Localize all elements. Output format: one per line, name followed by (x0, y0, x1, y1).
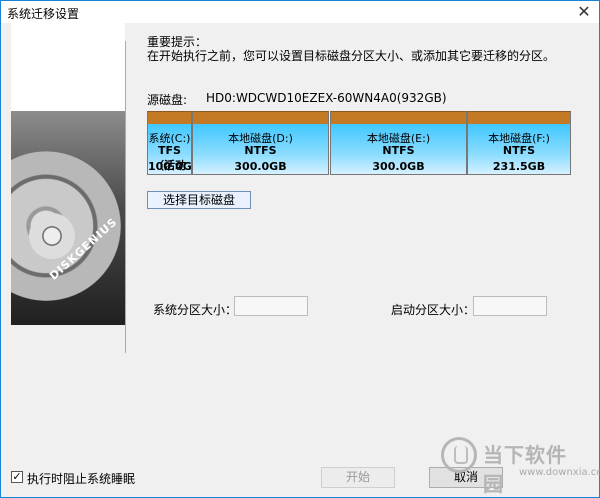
vertical-divider (125, 41, 126, 353)
source-disk-label: 源磁盘: (147, 93, 188, 107)
system-migration-dialog: 系统迁移设置 ✕ DISKGENIUS 重要提示： 在开始执行之前，您可以设置目… (0, 0, 600, 498)
prevent-sleep-label: 执行时阻止系统睡眠 (27, 472, 136, 486)
boot-partition-size-input[interactable] (473, 296, 547, 316)
select-target-disk-button[interactable]: 选择目标磁盘 (147, 191, 251, 209)
hard-disk-hub-icon (29, 213, 75, 259)
system-partition-size-input[interactable] (234, 296, 308, 316)
title-bar: 系统迁移设置 ✕ (1, 1, 599, 23)
boot-partition-size-label: 启动分区大小： (391, 303, 476, 317)
partition-bar (331, 112, 466, 124)
partition-map: 系统(C:) TFS（活动 100.0GB 本地磁盘(D:) NTFS 300.… (147, 111, 571, 177)
source-disk-value: HD0:WDCWD10EZEX-60WN4A0(932GB) (206, 91, 447, 105)
partition-local-d[interactable]: 本地磁盘(D:) NTFS 300.0GB (192, 111, 329, 175)
watermark: 当下软件园 www.downxia.com (441, 437, 600, 496)
left-banner: DISKGENIUS (11, 23, 125, 325)
partition-local-e[interactable]: 本地磁盘(E:) NTFS 300.0GB (330, 111, 467, 175)
close-icon[interactable]: ✕ (575, 3, 593, 21)
partition-filesystem: NTFS (382, 144, 415, 157)
window-title: 系统迁移设置 (7, 7, 80, 21)
partition-bar (193, 112, 328, 124)
disk-illustration: DISKGENIUS (11, 111, 125, 325)
partition-size: 231.5GB (492, 160, 546, 173)
partition-size: 300.0GB (234, 160, 287, 173)
start-button[interactable]: 开始 (321, 467, 395, 488)
partition-bar (148, 112, 191, 124)
partition-local-f[interactable]: 本地磁盘(F:) NTFS 231.5GB (467, 111, 571, 175)
system-partition-size-label: 系统分区大小： (153, 303, 238, 317)
prevent-sleep-checkbox[interactable]: ✓ (11, 471, 23, 483)
partition-filesystem: NTFS (502, 144, 536, 157)
watermark-logo-icon (441, 437, 477, 473)
watermark-url: www.downxia.com (519, 467, 600, 478)
partition-filesystem: NTFS (244, 144, 277, 157)
partition-system-c[interactable]: 系统(C:) TFS（活动 100.0GB (147, 111, 192, 175)
partition-size: 100.0GB (148, 160, 192, 173)
partition-bar (468, 112, 570, 124)
partition-size: 300.0GB (372, 160, 425, 173)
note-body: 在开始执行之前，您可以设置目标磁盘分区大小、或添加其它要迁移的分区。 (147, 49, 556, 63)
